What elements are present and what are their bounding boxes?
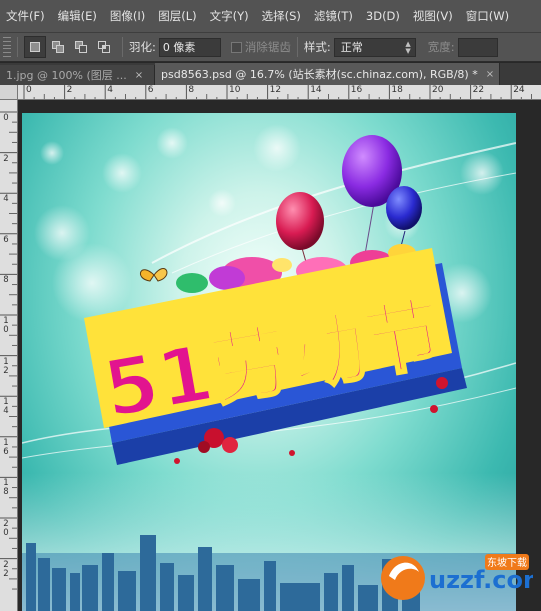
feather-label: 羽化: [129, 40, 156, 54]
menu-item-7[interactable]: 3D(D) [366, 9, 400, 23]
poster-artwork: 51劳动节 [22, 124, 516, 611]
ruler-top-label: 16 [350, 85, 363, 95]
ruler-top-label: 18 [391, 85, 403, 95]
ruler-horizontal[interactable]: 0 2 4 6 8 10 12 14 16 18 20 22 24 [18, 85, 541, 100]
options-bar-grip[interactable] [3, 37, 11, 57]
updown-arrows-icon: ▲ ▼ [405, 39, 411, 55]
ruler-top-label: 14 [310, 85, 322, 95]
menu-item-1[interactable]: 编辑(E) [58, 8, 97, 24]
ruler-vertical[interactable]: 0 2 4 6 8 1 0 1 2 1 4 1 6 1 8 2 0 2 2 [0, 100, 18, 611]
ruler-top-label: 20 [432, 85, 444, 95]
watermark-brand: uzzf.com [429, 566, 533, 594]
ruler-top-label: 4 [107, 85, 113, 95]
ruler-top-label: 12 [269, 85, 282, 95]
ruler-top-label: 0 [26, 85, 32, 95]
ruler-origin[interactable] [0, 85, 18, 100]
menu-item-9[interactable]: 窗口(W) [466, 8, 509, 24]
ruler-left-label: 2 [3, 153, 9, 164]
menu-item-0[interactable]: 文件(F) [6, 8, 45, 24]
style-select-value: 正常 [340, 40, 363, 54]
menu-item-8[interactable]: 视图(V) [413, 8, 453, 24]
menu-item-5[interactable]: 选择(S) [262, 8, 301, 24]
document-canvas[interactable]: 51劳动节 [22, 113, 516, 611]
menu-bar: 文件(F) 编辑(E) 图像(I) 图层(L) 文字(Y) 选择(S) 滤镜(T) 3D(D)… [0, 0, 541, 32]
ruler-left-label: 1 2 [3, 356, 9, 376]
ruler-top-label: 24 [513, 85, 525, 95]
feather-input[interactable]: 0 像素 [158, 37, 221, 57]
ruler-left-label: 2 2 [3, 559, 9, 579]
ruler-left-label: 6 [3, 234, 9, 245]
ruler-top-label: 22 [472, 85, 485, 95]
style-label: 样式: [303, 40, 331, 54]
ruler-left-label: 1 4 [3, 397, 9, 417]
width-label: 宽度: [427, 40, 455, 54]
butterfly [140, 268, 168, 282]
ruler-left-label: 1 8 [3, 478, 9, 498]
ruler-left-label: 8 [3, 275, 9, 286]
new-selection-icon[interactable] [24, 36, 46, 58]
watermark-badge: 东坡下载 [487, 556, 527, 569]
style-select[interactable]: 正常 ▲ ▼ [333, 37, 416, 57]
antialias-label: 消除锯齿 [244, 40, 291, 54]
subtract-from-selection-icon[interactable] [70, 36, 92, 58]
ruler-left-label: 2 0 [3, 519, 9, 538]
close-icon[interactable]: × [486, 69, 494, 80]
menu-item-4[interactable]: 文字(Y) [210, 8, 249, 24]
menu-item-2[interactable]: 图像(I) [110, 8, 145, 24]
tab-1jpg[interactable]: 1.jpg @ 100% (图层 ... × [0, 65, 155, 85]
ruler-left-label: 0 [3, 113, 9, 123]
tab-psd8563[interactable]: psd8563.psd @ 16.7% (站长素材(sc.chinaz.com)… [155, 63, 500, 85]
close-icon[interactable]: × [135, 70, 143, 81]
tab-label: 1.jpg @ 100% (图层 ... [6, 69, 127, 82]
watermark-logo-icon [381, 556, 425, 600]
add-to-selection-icon[interactable] [47, 36, 69, 58]
ruler-top-label: 8 [188, 85, 195, 95]
ruler-left-label: 1 6 [3, 437, 9, 457]
intersect-selection-icon[interactable] [93, 36, 115, 58]
ruler-left-label: 1 0 [3, 316, 9, 335]
document-tab-bar: 1.jpg @ 100% (图层 ... × psd8563.psd @ 16.… [0, 63, 541, 85]
ruler-top-label: 10 [229, 85, 241, 95]
menu-item-6[interactable]: 滤镜(T) [314, 8, 353, 24]
tab-label: psd8563.psd @ 16.7% (站长素材(sc.chinaz.com)… [161, 68, 478, 81]
watermark-logo: uzzf.com 东坡下载 [373, 546, 541, 606]
width-input[interactable] [457, 37, 498, 57]
ruler-left-label: 4 [3, 194, 9, 205]
ruler-top-label: 6 [147, 85, 154, 95]
ruler-top-label: 2 [66, 85, 73, 95]
menu-item-3[interactable]: 图层(L) [158, 8, 196, 24]
options-bar: 羽化: 0 像素 消除锯齿 样式: 正常 ▲ ▼ 宽度: [0, 32, 541, 62]
antialias-checkbox[interactable] [230, 41, 242, 53]
